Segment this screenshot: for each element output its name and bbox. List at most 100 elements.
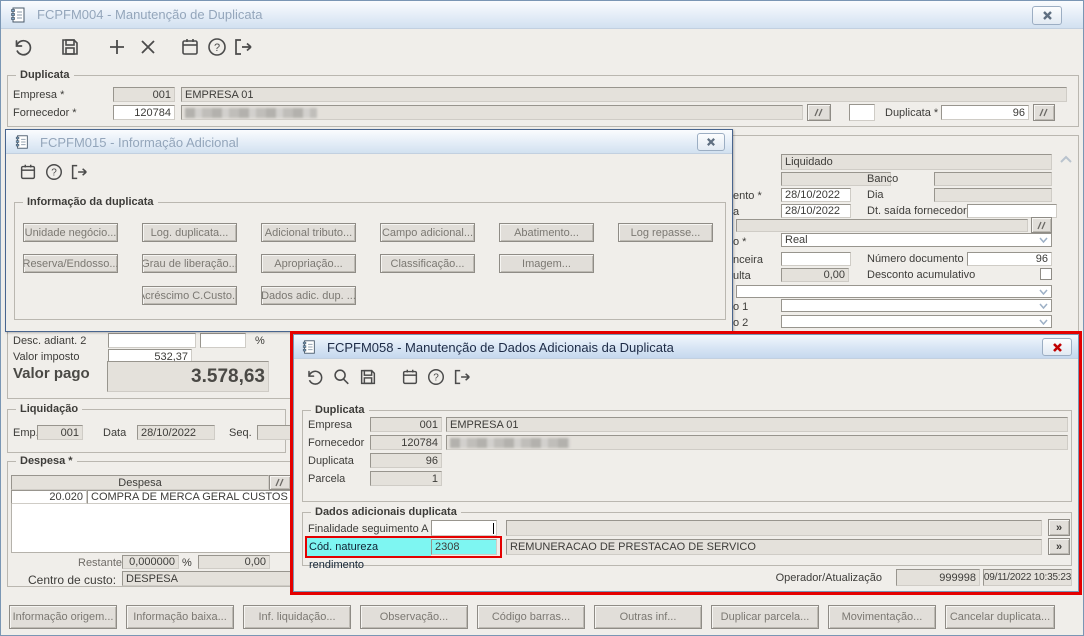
help-icon[interactable]: ?	[206, 36, 228, 58]
add-icon[interactable]	[107, 37, 127, 57]
inf-liquidacao-button[interactable]: Inf. liquidação...	[243, 605, 351, 629]
numero-documento-input[interactable]: 96	[967, 252, 1052, 266]
seq-field	[257, 425, 291, 440]
informacao-origem-button[interactable]: Informação origem...	[9, 605, 117, 629]
delete-icon[interactable]	[138, 37, 158, 57]
fcpfm015-titlebar: FCPFM015 - Informação Adicional	[6, 130, 732, 154]
undo-icon[interactable]	[11, 36, 33, 58]
fornecedor-lookup-button[interactable]	[807, 104, 831, 121]
fornecedor-code-input[interactable]: 120784	[113, 105, 175, 120]
reserva-endosso-button[interactable]: Reserva/Endosso...	[23, 254, 118, 273]
duplicar-parcela-button[interactable]: Duplicar parcela...	[711, 605, 819, 629]
campo-adicional-button[interactable]: Campo adicional...	[380, 223, 475, 242]
informacao-baixa-button[interactable]: Informação baixa...	[126, 605, 234, 629]
close-button[interactable]	[697, 133, 725, 151]
financeira-label-fragment: nceira	[733, 254, 763, 266]
desconto-acumulativo-checkbox[interactable]	[1040, 268, 1052, 280]
save-icon[interactable]	[358, 367, 378, 387]
data-input[interactable]: 28/10/2022	[781, 204, 851, 218]
log-repasse-button[interactable]: Log repasse...	[618, 223, 713, 242]
blank-button[interactable]	[849, 104, 875, 121]
calendar-icon[interactable]	[179, 36, 201, 58]
dropdown-1[interactable]	[736, 285, 1052, 298]
dropdown-2[interactable]	[781, 299, 1052, 312]
numero-documento-label: Número documento	[867, 253, 964, 265]
help-icon[interactable]: ?	[44, 162, 64, 182]
groupbox-label: Duplicata	[16, 69, 74, 81]
empresa-code-field: 001	[370, 417, 442, 432]
data-label: Data	[103, 427, 127, 439]
calendar-icon[interactable]	[400, 367, 420, 387]
dt-saida-input[interactable]	[967, 204, 1057, 218]
grau-liberacao-button[interactable]: Grau de liberação...	[142, 254, 237, 273]
dia-field	[934, 188, 1052, 202]
chevron-down-icon	[1039, 303, 1048, 309]
window-title: FCPFM058 - Manutenção de Dados Adicionai…	[327, 340, 674, 355]
movimentacao-button[interactable]: Movimentação...	[828, 605, 936, 629]
duplicata-number-input[interactable]: 96	[941, 105, 1029, 120]
tipo1-label-fragment: o 1	[733, 301, 749, 313]
classificacao-button[interactable]: Classificação...	[380, 254, 475, 273]
exit-icon[interactable]	[232, 36, 254, 58]
finalidade-seguimento-input[interactable]	[431, 520, 497, 536]
data-label-fragment: a	[733, 206, 740, 218]
notepad-icon	[14, 134, 30, 150]
despesa-row-desc[interactable]: COMPRA DE MERCA GERAL CUSTOS M	[87, 490, 291, 504]
fornecedor-label: Fornecedor	[308, 437, 365, 449]
liquidado-field: Liquidado	[781, 154, 1052, 170]
moeda-dropdown[interactable]: Real	[781, 233, 1052, 247]
natureza-more-button[interactable]: »	[1048, 538, 1070, 555]
close-button[interactable]	[1042, 338, 1072, 356]
dropdown-3[interactable]	[781, 315, 1052, 328]
desc-adiant2-pct-input[interactable]	[200, 333, 246, 348]
desconto-acumulativo-label: Desconto acumulativo	[867, 269, 976, 281]
natureza-rendimento-label: Cód. natureza rendimento	[307, 538, 431, 571]
svg-text:?: ?	[214, 42, 220, 54]
fornecedor-name-field	[446, 435, 1068, 450]
save-icon[interactable]	[59, 36, 81, 58]
fornecedor-name-field	[181, 105, 803, 120]
fcpfm004-toolbar: ?	[1, 29, 1083, 65]
imagem-button[interactable]: Imagem...	[499, 254, 594, 273]
notepad-icon	[301, 339, 317, 355]
acrescimo-ccusto-button[interactable]: Acréscimo C.Custo...	[142, 286, 237, 305]
desc-adiant2-input[interactable]	[108, 333, 196, 348]
scroll-up-icon[interactable]	[1059, 155, 1073, 165]
observacao-button[interactable]: Observação...	[360, 605, 468, 629]
exit-icon[interactable]	[452, 367, 472, 387]
notepad-icon	[9, 6, 27, 24]
window-title: FCPFM004 - Manutenção de Duplicata	[37, 7, 263, 22]
dados-adic-dup-button[interactable]: Dados adic. dup. ...	[261, 286, 356, 305]
redacted-text	[185, 107, 317, 118]
chevron-down-icon	[1039, 237, 1048, 243]
descricao-lookup-button[interactable]	[1031, 217, 1052, 233]
finalidade-desc-field	[506, 520, 1042, 536]
adicional-tributo-button[interactable]: Adicional tributo...	[261, 223, 356, 242]
finalidade-more-button[interactable]: »	[1048, 519, 1070, 536]
duplicata-lookup-button[interactable]	[1033, 104, 1055, 121]
abatimento-button[interactable]: Abatimento...	[499, 223, 594, 242]
calendar-icon[interactable]	[18, 162, 38, 182]
undo-icon[interactable]	[304, 367, 324, 387]
financeira-input[interactable]	[781, 252, 851, 266]
valor-imposto-label: Valor imposto	[13, 351, 80, 363]
search-icon[interactable]	[331, 367, 351, 387]
exit-icon[interactable]	[69, 162, 89, 182]
tipo2-label-fragment: o 2	[733, 317, 749, 329]
natureza-rendimento-input[interactable]: 2308	[431, 539, 497, 555]
codigo-barras-button[interactable]: Código barras...	[477, 605, 585, 629]
close-button[interactable]	[1032, 6, 1062, 25]
outras-inf-button[interactable]: Outras inf...	[594, 605, 702, 629]
fcpfm004-titlebar: FCPFM004 - Manutenção de Duplicata	[1, 1, 1083, 29]
banco-label: Banco	[867, 173, 899, 185]
despesa-lookup-button[interactable]	[269, 475, 291, 490]
vencimento-input[interactable]: 28/10/2022	[781, 188, 851, 202]
despesa-row-code[interactable]: 20.020	[11, 490, 87, 504]
banco-field	[934, 172, 1052, 186]
cancelar-duplicata-button[interactable]: Cancelar duplicata...	[945, 605, 1055, 629]
help-icon[interactable]: ?	[426, 367, 446, 387]
apropriacao-button[interactable]: Apropriação...	[261, 254, 356, 273]
log-duplicata-button[interactable]: Log. duplicata...	[142, 223, 237, 242]
duplicata-label: Duplicata	[308, 455, 354, 467]
unidade-negocio-button[interactable]: Unidade negócio...	[23, 223, 118, 242]
